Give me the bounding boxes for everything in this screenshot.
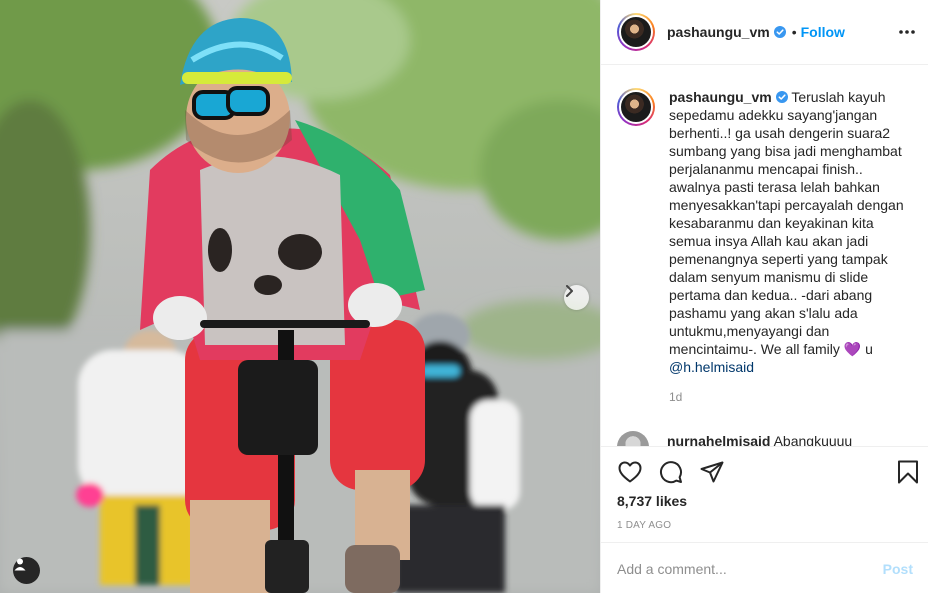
comment-body: Abangkuuuu <box>773 433 853 446</box>
like-button[interactable] <box>617 459 643 485</box>
more-options-icon <box>899 30 915 34</box>
user-tag-icon <box>14 558 26 571</box>
caption: pashaungu_vm Teruslah kayuh sepedamu ade… <box>601 66 928 406</box>
like-count[interactable]: 8,737 likes <box>617 493 687 509</box>
avatar-image <box>619 90 653 124</box>
post-photo[interactable] <box>0 0 600 593</box>
more-options-button[interactable] <box>895 20 919 44</box>
post-header: pashaungu_vm • Follow <box>601 0 928 65</box>
action-icons <box>617 459 725 485</box>
avatar-image <box>619 15 653 49</box>
caption-age: 1d <box>669 390 683 404</box>
commenter-username[interactable]: nurnahelmisaid <box>667 433 770 446</box>
post-details-panel: pashaungu_vm • Follow pashaungu_vm Terus… <box>600 0 928 593</box>
chevron-right-icon <box>566 285 573 297</box>
comment-text: nurnahelmisaid Abangkuuuu <box>667 433 852 446</box>
save-button[interactable] <box>895 459 921 485</box>
post-timestamp[interactable]: 1 day ago <box>617 520 671 531</box>
comments-section[interactable]: pashaungu_vm Teruslah kayuh sepedamu ade… <box>601 66 928 446</box>
verified-badge-icon <box>773 26 786 38</box>
post-actions: 8,737 likes 1 day ago Post <box>601 446 928 593</box>
separator-dot: • <box>791 24 797 40</box>
caption-body: pashaungu_vm Teruslah kayuh sepedamu ade… <box>669 88 909 406</box>
heart-icon <box>618 461 642 483</box>
caption-mention-link[interactable]: @h.helmisaid <box>669 359 754 375</box>
next-slide-button[interactable] <box>564 285 589 310</box>
bookmark-icon <box>898 460 918 484</box>
post-comment-button[interactable]: Post <box>883 561 913 577</box>
comment-icon <box>660 461 682 484</box>
comment-item: nurnahelmisaid Abangkuuuu <box>617 431 852 446</box>
tagged-users-button[interactable] <box>13 557 40 584</box>
follow-button[interactable]: Follow <box>801 24 845 40</box>
verified-badge-icon <box>775 91 788 103</box>
author-avatar[interactable] <box>617 13 655 51</box>
share-icon <box>700 461 724 483</box>
share-button[interactable] <box>699 459 725 485</box>
commenter-avatar[interactable] <box>617 431 649 446</box>
comment-input[interactable] <box>617 560 883 577</box>
caption-author-username[interactable]: pashaungu_vm <box>669 89 772 105</box>
comment-button[interactable] <box>658 459 684 485</box>
caption-tail: u <box>861 341 873 357</box>
add-comment-form: Post <box>601 542 928 593</box>
author-username[interactable]: pashaungu_vm <box>667 24 770 40</box>
purple-heart-emoji: 💜 <box>843 341 862 357</box>
cyclist-photo <box>0 0 600 593</box>
caption-author-avatar[interactable] <box>617 88 655 126</box>
caption-text: Teruslah kayuh sepedamu adekku sayang'ja… <box>669 89 904 357</box>
